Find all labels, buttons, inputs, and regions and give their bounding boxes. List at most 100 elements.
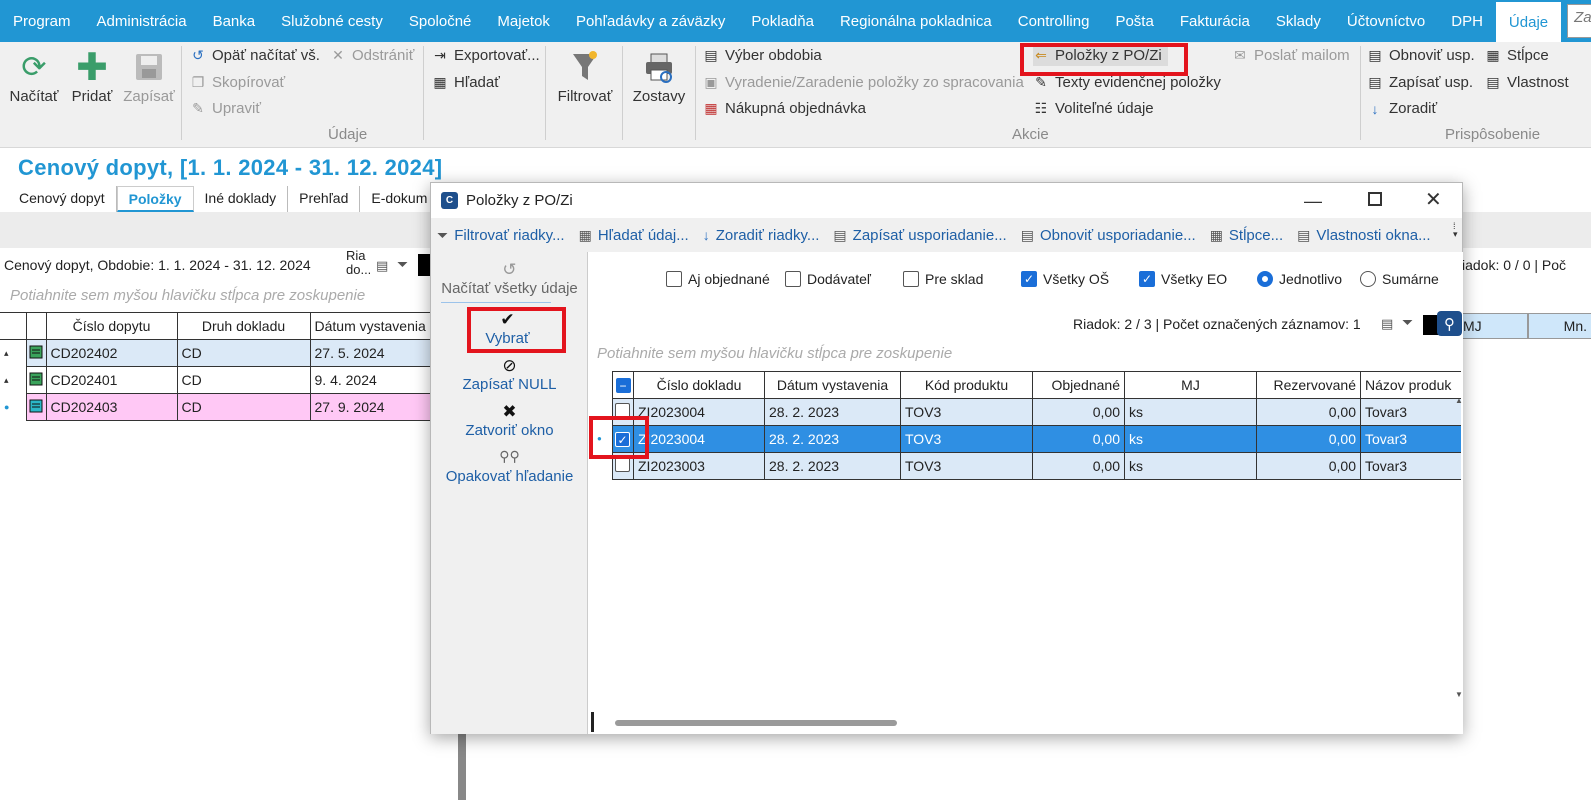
zapisat-usporiadanie-button[interactable]: ▤ Zapísať usporiadanie... (833, 227, 1006, 244)
nacitat-button[interactable]: ⟳ Načítať (8, 46, 60, 106)
column-header[interactable]: Mn. (1528, 313, 1591, 339)
filtrovat-button[interactable]: Filtrovať (555, 46, 615, 105)
close-icon[interactable]: ✕ (1425, 187, 1442, 212)
menu-program[interactable]: Program (0, 0, 84, 42)
column-header[interactable]: Dátum vystavenia (309, 312, 433, 340)
aj-objednane-checkbox[interactable]: Aj objednané (666, 271, 770, 287)
checkbox-checked[interactable]: ✓ (1139, 271, 1155, 287)
vlastnosti-button[interactable]: ▤ Vlastnost (1485, 74, 1568, 91)
menu-udaje[interactable]: Údaje (1495, 2, 1562, 42)
search-icon[interactable]: ⚲ (1437, 311, 1462, 336)
zapisat-button[interactable]: Zapísať (122, 46, 176, 105)
vlastnosti-okna-button[interactable]: ▤ Vlastnosti okna... (1297, 227, 1430, 244)
skopirovat-button[interactable]: ❐ Skopírovať (190, 74, 285, 91)
checkbox-checked[interactable]: ✓ (1021, 271, 1037, 287)
select-all-header[interactable]: − (612, 371, 634, 399)
column-header[interactable]: Druh dokladu (176, 312, 311, 340)
vsetky-eo-checkbox[interactable]: ✓ Všetky EO (1139, 271, 1227, 287)
table-row[interactable]: ● CD202403 CD 27. 9. 2024 (0, 393, 433, 421)
nakupna-objednavka-button[interactable]: ▦ Nákupná objednávka (703, 100, 866, 117)
menu-administracia[interactable]: Administrácia (84, 0, 200, 42)
menu-dph[interactable]: DPH (1438, 0, 1496, 42)
column-header[interactable]: MJ (1124, 371, 1257, 399)
zapisat-usp-button[interactable]: ▤ Zapísať usp. (1367, 74, 1473, 91)
scroll-up-icon[interactable]: ▲ (1455, 396, 1463, 405)
hladat-button[interactable]: ▦ Hľadať (432, 74, 499, 91)
opakovat-hladanie-button[interactable]: ⚲⚲ Opakovať hľadanie (431, 448, 588, 485)
dodavatel-checkbox[interactable]: Dodávateľ (785, 271, 871, 287)
filter-icon[interactable]: ⏷ (397, 256, 408, 273)
search-input[interactable]: Zad (1567, 4, 1591, 38)
menu-sluzobne-cesty[interactable]: Služobné cesty (268, 0, 396, 42)
sumarne-radio[interactable]: Sumárne (1360, 271, 1439, 287)
menu-pokladna[interactable]: Pokladňa (738, 0, 827, 42)
table-row[interactable]: ZI2023004 28. 2. 2023 TOV3 0,00 ks 0,00 … (612, 398, 1461, 426)
volitelne-udaje-button[interactable]: ☷ Voliteľné údaje (1033, 100, 1154, 117)
pre-sklad-checkbox[interactable]: Pre sklad (903, 271, 983, 287)
tab-ine-doklady[interactable]: Iné doklady (194, 186, 289, 212)
column-header[interactable]: Číslo dokladu (633, 371, 765, 399)
radio[interactable] (1360, 271, 1376, 287)
vyradenie-button[interactable]: ▣ Vyradenie/Zaradenie položky zo spracova… (703, 74, 1023, 91)
column-header[interactable]: Číslo dopytu (45, 312, 178, 340)
jednotlivo-radio[interactable]: Jednotlivo (1257, 271, 1342, 287)
stlpce-button[interactable]: ▦ Stĺpce (1485, 47, 1548, 64)
minimize-icon[interactable]: — (1304, 191, 1322, 212)
column-header[interactable]: Objednané (1032, 371, 1125, 399)
upravit-button[interactable]: ✎ Upraviť (190, 100, 261, 117)
obnovit-usp-button[interactable]: ▤ Obnoviť usp. (1367, 47, 1474, 64)
zatvorit-okno-button[interactable]: ✖ Zatvoriť okno (431, 402, 588, 439)
column-header[interactable]: Kód produktu (900, 371, 1033, 399)
zostavy-button[interactable]: Zostavy (630, 46, 688, 105)
select-all-checkbox[interactable]: − (615, 378, 631, 394)
menu-pohladavky[interactable]: Pohľadávky a záväzky (563, 0, 738, 42)
maximize-icon[interactable] (1368, 192, 1382, 206)
scroll-down-icon[interactable]: ▼ (1455, 690, 1463, 699)
pridat-button[interactable]: ✚ Pridať (70, 46, 114, 106)
menu-majetok[interactable]: Majetok (484, 0, 563, 42)
tab-polozky[interactable]: Položky (116, 186, 194, 212)
table-row[interactable]: ZI2023003 28. 2. 2023 TOV3 0,00 ks 0,00 … (612, 452, 1461, 480)
table-row[interactable]: ▴ CD202402 CD 27. 5. 2024 (0, 339, 433, 367)
menu-uctovnictvo[interactable]: Účtovníctvo (1334, 0, 1438, 42)
column-header[interactable]: MJ (1462, 313, 1528, 339)
tab-prehlad[interactable]: Prehľad (288, 186, 361, 212)
exportovat-button[interactable]: ⇥ Exportovať... (432, 47, 540, 64)
checkbox[interactable] (903, 271, 919, 287)
zoradit-riadky-button[interactable]: ↓ Zoradiť riadky... (703, 227, 820, 244)
nacitat-vsetky-button[interactable]: ↺ Načítať všetky údaje (431, 260, 588, 297)
splitter[interactable] (458, 730, 466, 800)
opat-nacitat-button[interactable]: ↺ Opäť načítať vš. (190, 47, 320, 64)
checkbox[interactable] (785, 271, 801, 287)
table-row[interactable]: ▴ CD202401 CD 9. 4. 2024 (0, 366, 433, 394)
vyber-obdobia-button[interactable]: ▤ Výber obdobia (703, 47, 821, 64)
menu-sklady[interactable]: Sklady (1263, 0, 1334, 42)
filter-icon[interactable]: ⏷ (1402, 314, 1413, 331)
menu-regionalna-pokladnica[interactable]: Regionálna pokladnica (827, 0, 1005, 42)
column-header[interactable]: Názov produk (1360, 371, 1461, 399)
column-header[interactable]: Rezervované (1256, 371, 1361, 399)
odstranit-button[interactable]: ✕ Odstrániť (330, 47, 414, 64)
stlpce-button[interactable]: ▦ Stĺpce... (1210, 227, 1283, 244)
table-row-selected[interactable]: ✓ ZI2023004 28. 2. 2023 TOV3 0,00 ks 0,0… (612, 425, 1461, 453)
radio-selected[interactable] (1257, 271, 1273, 287)
tab-cenovy-dopyt[interactable]: Cenový dopyt (8, 186, 117, 212)
menu-fakturacia[interactable]: Fakturácia (1167, 0, 1263, 42)
dialog-titlebar[interactable]: C Položky z PO/Zi — ✕ (431, 183, 1462, 217)
menu-banka[interactable]: Banka (200, 0, 269, 42)
toolbar-overflow-icon[interactable]: ⁞ ▾ (1453, 222, 1458, 239)
tab-e-dokumenty[interactable]: E-dokum (360, 186, 438, 212)
save-layout-icon[interactable]: ▤ (376, 258, 388, 274)
horizontal-scrollbar[interactable] (615, 720, 897, 726)
menu-spolocne[interactable]: Spoločné (396, 0, 485, 42)
zoradit-button[interactable]: ↓ Zoradiť (1367, 100, 1438, 117)
save-layout-icon[interactable]: ▤ (1381, 316, 1393, 332)
checkbox[interactable] (615, 457, 630, 472)
filtrovat-riadky-button[interactable]: ⏷ Filtrovať riadky... (437, 227, 565, 244)
vsetky-os-checkbox[interactable]: ✓ Všetky OŠ (1021, 271, 1109, 287)
zapisat-null-button[interactable]: ⊘ Zapísať NULL (431, 356, 588, 393)
column-header[interactable]: Dátum vystavenia (764, 371, 901, 399)
checkbox[interactable] (666, 271, 682, 287)
poslat-mailom-button[interactable]: ✉ Poslať mailom (1232, 47, 1350, 64)
menu-posta[interactable]: Pošta (1102, 0, 1166, 42)
